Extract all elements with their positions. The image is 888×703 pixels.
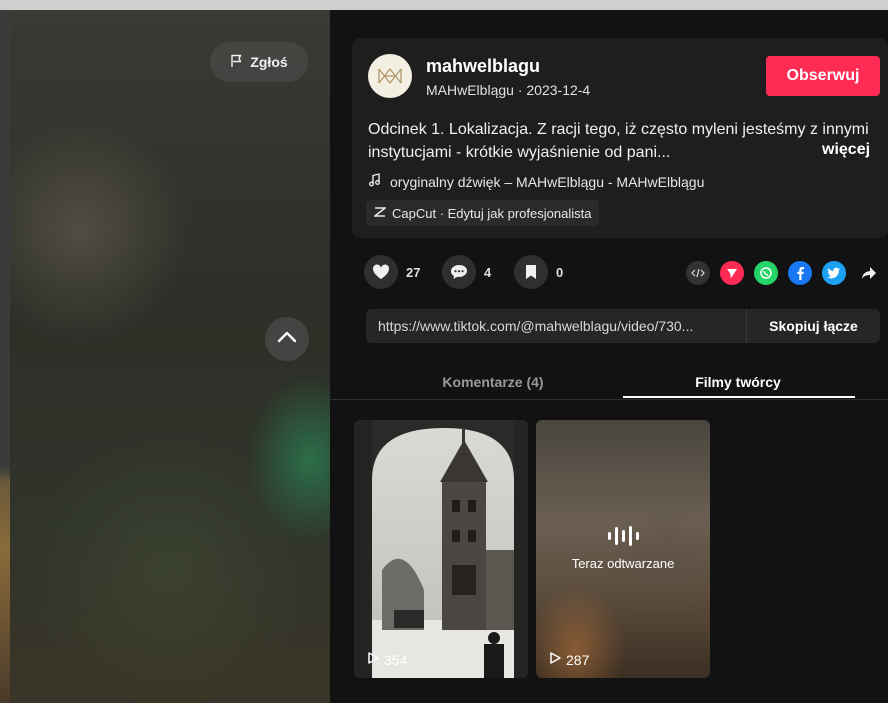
- tower-photo-image: [354, 420, 528, 678]
- post-info-card: mahwelblagu MAHwElblągu · 2023-12-4 Obse…: [352, 38, 888, 238]
- share-more-icon[interactable]: [857, 261, 881, 285]
- follow-button[interactable]: Obserwuj: [766, 56, 880, 96]
- comment-icon: [451, 265, 467, 279]
- heart-icon: [372, 264, 390, 279]
- like-count: 27: [406, 264, 421, 280]
- author-username[interactable]: mahwelblagu: [426, 56, 540, 77]
- background-page-edge: [0, 10, 10, 703]
- avatar[interactable]: [368, 54, 412, 98]
- twitter-icon[interactable]: [822, 261, 846, 285]
- previous-video-button[interactable]: [265, 317, 309, 361]
- tab-divider: [330, 399, 888, 400]
- details-panel: mahwelblagu MAHwElblągu · 2023-12-4 Obse…: [330, 10, 888, 703]
- embed-icon[interactable]: [686, 261, 710, 285]
- report-button[interactable]: Zgłoś: [210, 42, 308, 82]
- save-count: 0: [556, 264, 564, 280]
- copy-link-button[interactable]: Skopiuj łącze: [746, 309, 880, 343]
- author-subline: MAHwElblągu · 2023-12-4: [426, 82, 591, 98]
- tab-creator-videos[interactable]: Filmy twórcy: [623, 364, 853, 400]
- post-date: 2023-12-4: [526, 82, 591, 98]
- now-playing-icon: [608, 526, 639, 546]
- view-count-value: 354: [384, 651, 408, 668]
- share-link-box: https://www.tiktok.com/@mahwelblagu/vide…: [366, 309, 880, 343]
- view-count-value: 287: [566, 651, 590, 668]
- video-thumbnail[interactable]: 354: [354, 420, 528, 678]
- save-button[interactable]: 0: [514, 255, 563, 289]
- browser-top-strip: [0, 0, 888, 10]
- play-icon: [366, 651, 380, 668]
- author-display-name: MAHwElblągu: [426, 82, 514, 98]
- send-to-friend-icon[interactable]: [720, 261, 744, 285]
- flag-icon: [230, 54, 244, 71]
- capcut-icon: [372, 206, 388, 221]
- play-icon: [548, 651, 562, 668]
- capcut-tag[interactable]: CapCut · Edytuj jak profesjonalista: [366, 200, 600, 226]
- chevron-up-icon: [277, 330, 297, 348]
- video-thumbnail-current[interactable]: Teraz odtwarzane 287: [536, 420, 710, 678]
- view-count: 287: [548, 651, 589, 668]
- now-playing-label: Teraz odtwarzane: [571, 556, 675, 571]
- sound-link[interactable]: oryginalny dźwięk – MAHwElblągu - MAHwEl…: [368, 173, 704, 190]
- view-count: 354: [366, 651, 407, 668]
- capcut-label: CapCut · Edytuj jak profesjonalista: [392, 205, 592, 221]
- like-button[interactable]: 27: [364, 255, 420, 289]
- active-tab-indicator: [623, 396, 855, 398]
- comment-count: 4: [484, 264, 492, 280]
- sound-name: oryginalny dźwięk – MAHwElblągu - MAHwEl…: [390, 173, 705, 190]
- music-note-icon: [368, 173, 382, 190]
- museum-logo-icon: [378, 67, 402, 85]
- bookmark-icon: [526, 265, 536, 279]
- video-player[interactable]: Zgłoś: [0, 10, 330, 703]
- tab-comments[interactable]: Komentarze (4): [378, 364, 608, 400]
- share-link-field[interactable]: https://www.tiktok.com/@mahwelblagu/vide…: [366, 318, 746, 334]
- facebook-icon[interactable]: [788, 261, 812, 285]
- post-description: Odcinek 1. Lokalizacja. Z racji tego, iż…: [368, 121, 869, 161]
- whatsapp-icon[interactable]: [754, 261, 778, 285]
- comment-button[interactable]: 4: [442, 255, 491, 289]
- report-label: Zgłoś: [250, 54, 288, 70]
- more-link[interactable]: więcej: [822, 141, 870, 159]
